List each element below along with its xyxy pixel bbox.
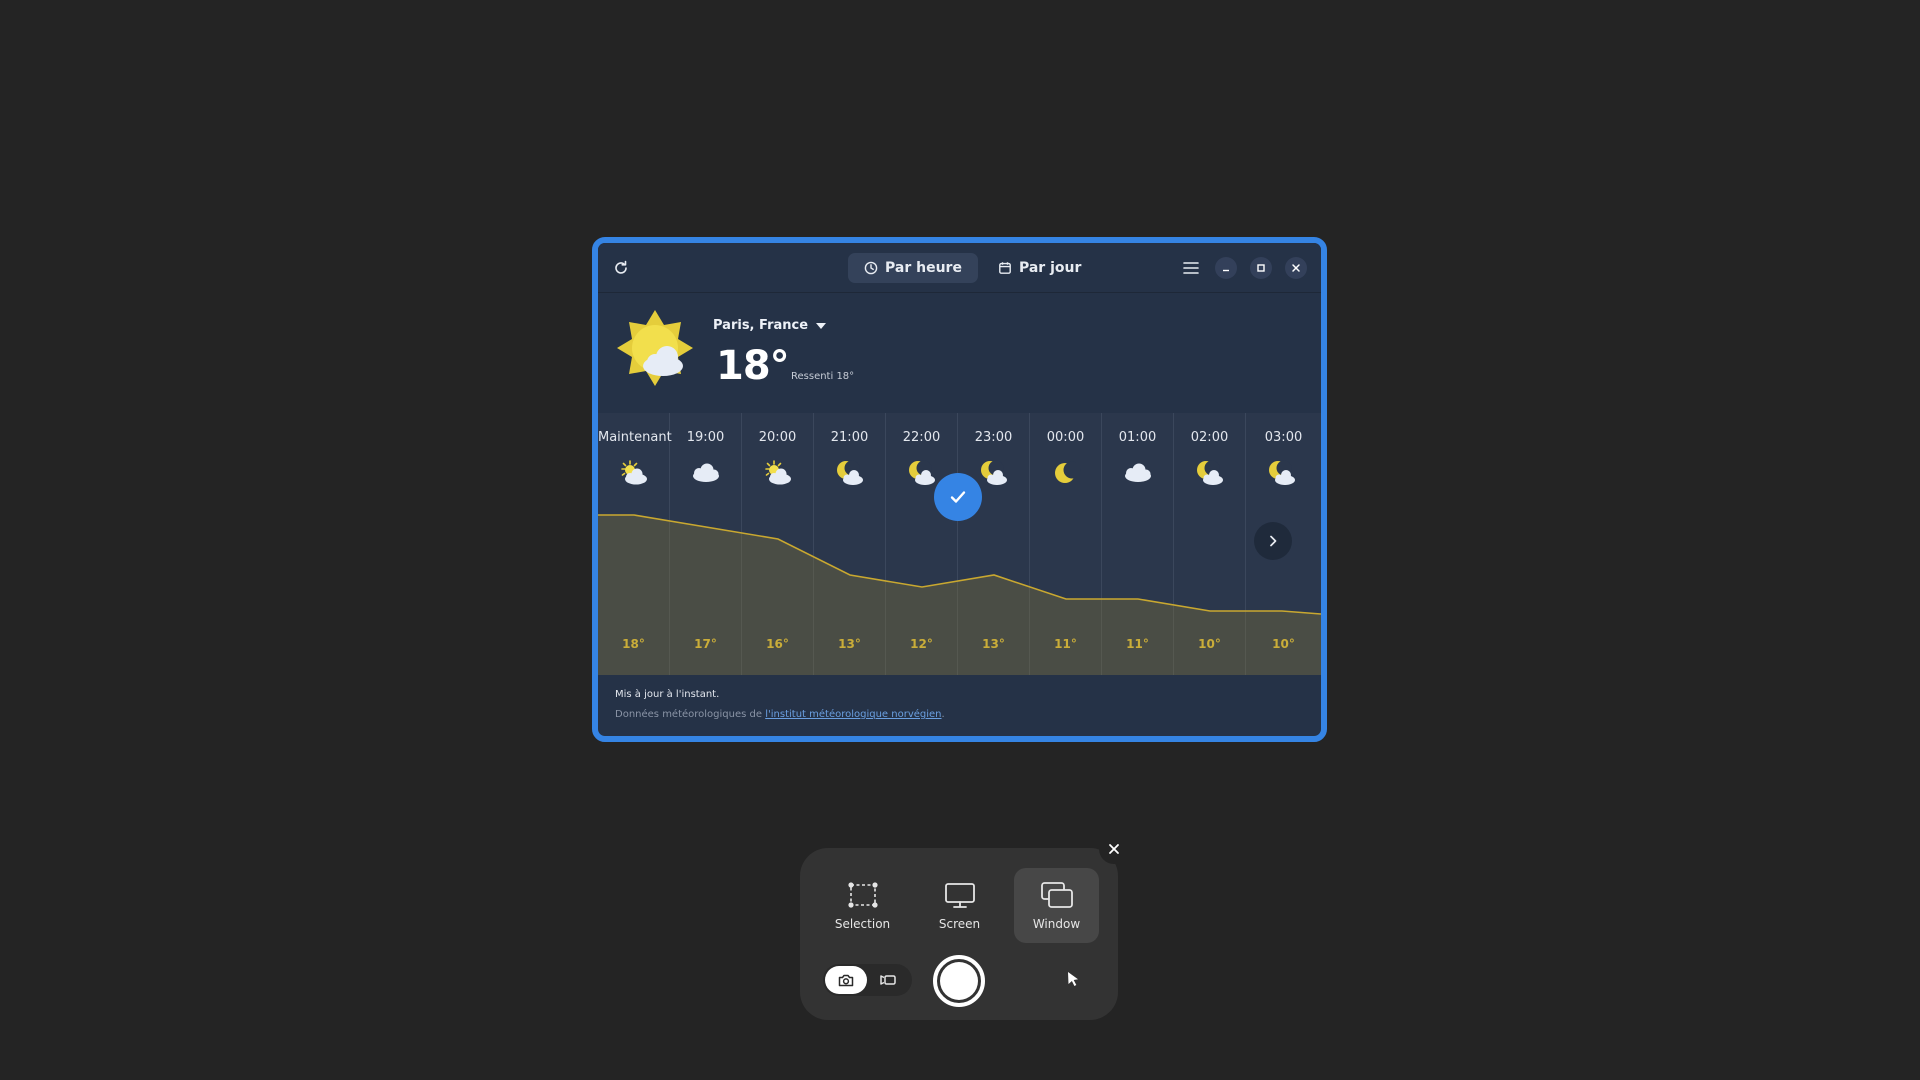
hour-column: 01:00 11° [1102, 413, 1174, 675]
tab-daily[interactable]: Par jour [982, 253, 1097, 283]
screencast-type-button[interactable] [867, 966, 909, 994]
moon-icon [1050, 459, 1082, 491]
current-conditions: Paris, France 18° Ressenti 18° [598, 293, 1321, 413]
hour-column: 20:00 16° [742, 413, 814, 675]
hour-label: 03:00 [1264, 430, 1303, 445]
hour-column: 21:00 13° [814, 413, 886, 675]
selection-icon [847, 881, 878, 908]
selected-check-badge [934, 473, 982, 521]
mode-selection-button[interactable]: Selection [820, 868, 905, 943]
show-pointer-toggle[interactable] [1062, 968, 1084, 990]
mode-window-button[interactable]: Window [1014, 868, 1099, 943]
hour-label: 22:00 [902, 430, 941, 445]
mode-screen-label: Screen [938, 916, 981, 931]
hour-column: 19:00 17° [670, 413, 742, 675]
updated-status: Mis à jour à l'instant. [615, 689, 720, 700]
sun-behind-cloud-icon [615, 308, 695, 392]
screenshot-type-button[interactable] [825, 966, 867, 994]
mode-window-label: Window [1032, 916, 1081, 931]
hour-column: 02:00 10° [1174, 413, 1246, 675]
current-temperature: 18° [716, 343, 790, 389]
data-source-prefix: Données météorologiques de [615, 709, 766, 720]
close-button[interactable] [1285, 257, 1307, 279]
calendar-icon [999, 262, 1011, 274]
hour-label: 20:00 [758, 430, 797, 445]
close-icon [1292, 264, 1300, 272]
minimize-icon [1223, 269, 1229, 272]
close-icon [1109, 844, 1119, 854]
refresh-icon [615, 260, 627, 274]
capture-button[interactable] [933, 955, 985, 1007]
tab-daily-label: Par jour [1018, 260, 1082, 276]
hour-temperature: 10° [1198, 637, 1221, 651]
clock-icon [864, 261, 878, 275]
hour-label: 01:00 [1118, 430, 1157, 445]
dropdown-arrow-icon [816, 322, 827, 329]
screenshot-panel: Selection Screen Window [800, 848, 1118, 1020]
hour-column: 00:00 11° [1030, 413, 1102, 675]
mouse-pointer-icon [1068, 972, 1078, 986]
data-source: Données météorologiques de l'institut mé… [615, 709, 945, 720]
scroll-next-button[interactable] [1254, 522, 1292, 560]
weather-window: Par heure Par jour Paris, France 18° Res… [592, 237, 1327, 742]
hourly-forecast[interactable]: Maintenant 18° 19:00 17° 20:00 16° 21:00 13° 22:… [598, 413, 1321, 675]
mode-selection-label: Selection [834, 916, 891, 931]
cloud-icon [1122, 459, 1154, 491]
capture-button-inner [940, 962, 978, 1000]
moon-cloud-icon [834, 459, 866, 491]
video-camera-icon [880, 975, 896, 985]
monitor-icon [944, 882, 975, 908]
panel-close-button[interactable] [1099, 834, 1129, 864]
chevron-right-icon [1270, 535, 1277, 547]
tab-hourly[interactable]: Par heure [848, 253, 978, 283]
hour-label: 23:00 [974, 430, 1013, 445]
maximize-icon [1257, 264, 1265, 272]
header-bar: Par heure Par jour [598, 243, 1321, 293]
hour-temperature: 11° [1054, 637, 1077, 651]
data-source-link[interactable]: l'institut météorologique norvégien [765, 709, 941, 720]
hour-temperature: 13° [838, 637, 861, 651]
hour-temperature: 12° [910, 637, 933, 651]
refresh-button[interactable] [608, 255, 634, 281]
capture-type-toggle [823, 964, 912, 996]
main-menu-button[interactable] [1178, 255, 1204, 281]
hour-temperature: 13° [982, 637, 1005, 651]
sun-cloud-icon [618, 459, 650, 491]
footer: Mis à jour à l'instant. Données météorol… [615, 689, 945, 720]
mode-screen-button[interactable]: Screen [917, 868, 1002, 943]
hour-column: Maintenant 18° [598, 413, 672, 675]
hour-label: 19:00 [686, 430, 725, 445]
feels-like: Ressenti 18° [791, 371, 855, 382]
moon-cloud-icon [906, 459, 938, 491]
hamburger-menu-icon [1183, 262, 1199, 274]
moon-cloud-icon [1194, 459, 1226, 491]
hour-label: 02:00 [1190, 430, 1229, 445]
hour-temperature: 17° [694, 637, 717, 651]
hour-temperature: 11° [1126, 637, 1149, 651]
hour-column: 23:00 13° [958, 413, 1030, 675]
maximize-button[interactable] [1250, 257, 1272, 279]
window-icon [1040, 881, 1073, 908]
tab-hourly-label: Par heure [885, 260, 962, 276]
hour-temperature: 18° [622, 637, 645, 651]
location-name: Paris, France [713, 318, 809, 333]
location-selector[interactable]: Paris, France [713, 318, 827, 333]
hour-temperature: 16° [766, 637, 789, 651]
cloud-icon [690, 459, 722, 491]
camera-icon [838, 974, 854, 987]
sun-cloud-icon [762, 459, 794, 491]
data-source-suffix: . [941, 709, 945, 720]
moon-cloud-icon [1266, 459, 1298, 491]
moon-cloud-icon [978, 459, 1010, 491]
hour-column: 22:00 12° [886, 413, 958, 675]
hour-label: 21:00 [830, 430, 869, 445]
hour-label: Maintenant [598, 430, 672, 445]
hour-label: 00:00 [1046, 430, 1085, 445]
view-tabs: Par heure Par jour [848, 253, 1097, 283]
minimize-button[interactable] [1215, 257, 1237, 279]
hour-temperature: 10° [1272, 637, 1295, 651]
checkmark-icon [950, 491, 966, 503]
